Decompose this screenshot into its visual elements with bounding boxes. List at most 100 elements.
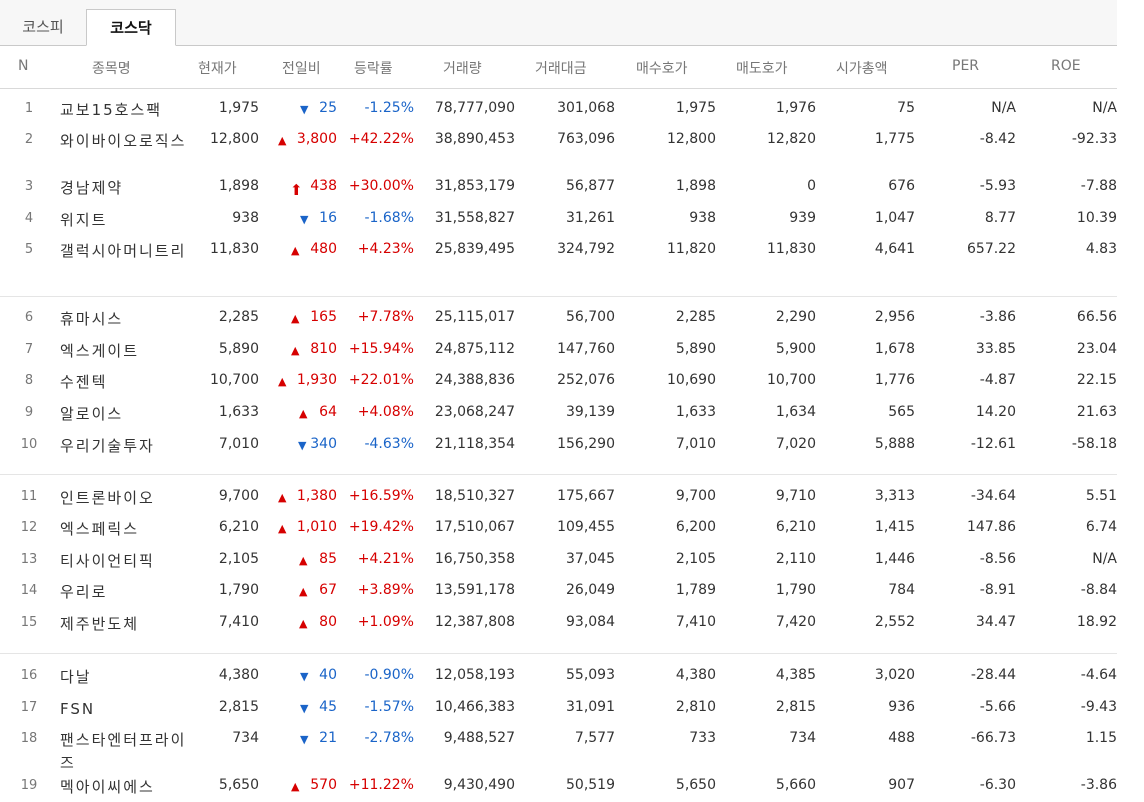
current-price: 2,815 (218, 699, 259, 715)
row-number: 9 (24, 405, 34, 420)
stock-name[interactable]: 우리기술투자 (60, 435, 188, 458)
market-cap: 3,313 (874, 488, 915, 504)
stock-name[interactable]: 다날 (60, 666, 188, 689)
row-number: 14 (20, 583, 38, 598)
ask-price: 5,660 (775, 777, 816, 793)
roe-value: -92.33 (1071, 131, 1117, 147)
market-cap: 3,020 (874, 667, 915, 683)
row-number: 3 (24, 179, 34, 194)
bid-price: 4,380 (675, 667, 716, 683)
row-number: 7 (24, 342, 34, 357)
ask-price: 939 (789, 210, 816, 226)
price-change: 810 (310, 341, 337, 357)
bid-price: 2,810 (675, 699, 716, 715)
current-price: 9,700 (218, 488, 259, 504)
stock-name[interactable]: 엑스게이트 (60, 340, 188, 363)
stock-name[interactable]: 와이바이오로직스 (60, 130, 188, 153)
row-number: 1 (24, 101, 34, 116)
bid-price: 12,800 (667, 131, 716, 147)
bid-price: 2,105 (675, 551, 716, 567)
row-number: 13 (20, 552, 38, 567)
bid-price: 10,690 (667, 372, 716, 388)
row-number: 4 (24, 211, 34, 226)
price-change: 21 (319, 730, 337, 746)
per-value: N/A (991, 100, 1016, 116)
market-cap: 936 (888, 699, 915, 715)
price-change: 40 (319, 667, 337, 683)
per-value: -66.73 (970, 730, 1016, 746)
stock-name[interactable]: 티사이언티픽 (60, 550, 188, 573)
trade-amount: 763,096 (557, 131, 615, 147)
market-cap: 488 (888, 730, 915, 746)
bid-price: 7,410 (675, 614, 716, 630)
trade-amount: 31,091 (566, 699, 615, 715)
market-cap: 1,678 (874, 341, 915, 357)
tab-kosdaq[interactable]: 코스닥 (86, 9, 176, 46)
table-header: N 종목명 현재가 전일비 등락률 거래량 거래대금 매수호가 매도호가 시가총… (0, 45, 1117, 89)
change-rate: -1.25% (364, 100, 414, 116)
stock-name[interactable]: 알로이스 (60, 403, 188, 426)
current-price: 7,410 (218, 614, 259, 630)
stock-name[interactable]: 교보15호스팩 (60, 99, 188, 122)
stock-name[interactable]: FSN (60, 698, 188, 721)
change-rate: +3.89% (357, 582, 414, 598)
stock-name[interactable]: 경남제약 (60, 177, 188, 200)
group-divider (0, 296, 1117, 297)
current-price: 4,380 (218, 667, 259, 683)
price-change: 3,800 (296, 131, 337, 147)
roe-value: 1.15 (1085, 730, 1117, 746)
ask-price: 2,110 (775, 551, 816, 567)
change-rate: +7.78% (357, 309, 414, 325)
current-price: 1,975 (218, 100, 259, 116)
roe-value: -9.43 (1080, 699, 1117, 715)
stock-name[interactable]: 우리로 (60, 581, 188, 604)
price-change: 438 (310, 178, 337, 194)
trade-amount: 56,877 (566, 178, 615, 194)
ask-price: 9,710 (775, 488, 816, 504)
row-number: 12 (20, 520, 38, 535)
current-price: 7,010 (218, 436, 259, 452)
per-value: -8.42 (979, 131, 1016, 147)
ask-price: 4,385 (775, 667, 816, 683)
trade-volume: 23,068,247 (434, 404, 515, 420)
stock-name[interactable]: 팬스타엔터프라이즈 (60, 729, 188, 775)
stock-name[interactable]: 갤럭시아머니트리 (60, 240, 188, 263)
trade-amount: 147,760 (557, 341, 615, 357)
trade-volume: 31,853,179 (434, 178, 515, 194)
stock-name[interactable]: 수젠텍 (60, 371, 188, 394)
row-number: 5 (24, 242, 34, 257)
roe-value: 18.92 (1076, 614, 1117, 630)
row-number: 8 (24, 373, 34, 388)
roe-value: 5.51 (1085, 488, 1117, 504)
col-header-amount: 거래대금 (535, 61, 587, 77)
change-rate: +30.00% (348, 178, 414, 194)
tab-kospi[interactable]: 코스피 (0, 9, 86, 45)
trade-volume: 24,875,112 (434, 341, 515, 357)
change-rate: -2.78% (364, 730, 414, 746)
ask-price: 1,790 (775, 582, 816, 598)
row-number: 6 (24, 310, 34, 325)
trade-volume: 38,890,453 (434, 131, 515, 147)
market-cap: 1,047 (874, 210, 915, 226)
triangle-down-icon: ▼ (298, 439, 307, 452)
bid-price: 5,650 (675, 777, 716, 793)
ask-price: 1,976 (775, 100, 816, 116)
bid-price: 6,200 (675, 519, 716, 535)
stock-name[interactable]: 인트론바이오 (60, 487, 188, 510)
price-change: 570 (310, 777, 337, 793)
change-rate: -4.63% (364, 436, 414, 452)
trade-volume: 25,115,017 (434, 309, 515, 325)
trade-volume: 24,388,836 (434, 372, 515, 388)
stock-name[interactable]: 휴마시스 (60, 308, 188, 331)
change-rate: +11.22% (348, 777, 414, 793)
change-rate: +4.08% (357, 404, 414, 420)
stock-name[interactable]: 위지트 (60, 209, 188, 232)
stock-name[interactable]: 엑스페릭스 (60, 518, 188, 541)
stock-name[interactable]: 멕아이씨에스 (60, 776, 188, 799)
triangle-up-icon: ▲ (291, 780, 300, 793)
ask-price: 734 (789, 730, 816, 746)
triangle-down-icon: ▼ (300, 103, 309, 116)
ask-price: 0 (807, 178, 816, 194)
triangle-down-icon: ▼ (300, 733, 309, 746)
stock-name[interactable]: 제주반도체 (60, 613, 188, 636)
